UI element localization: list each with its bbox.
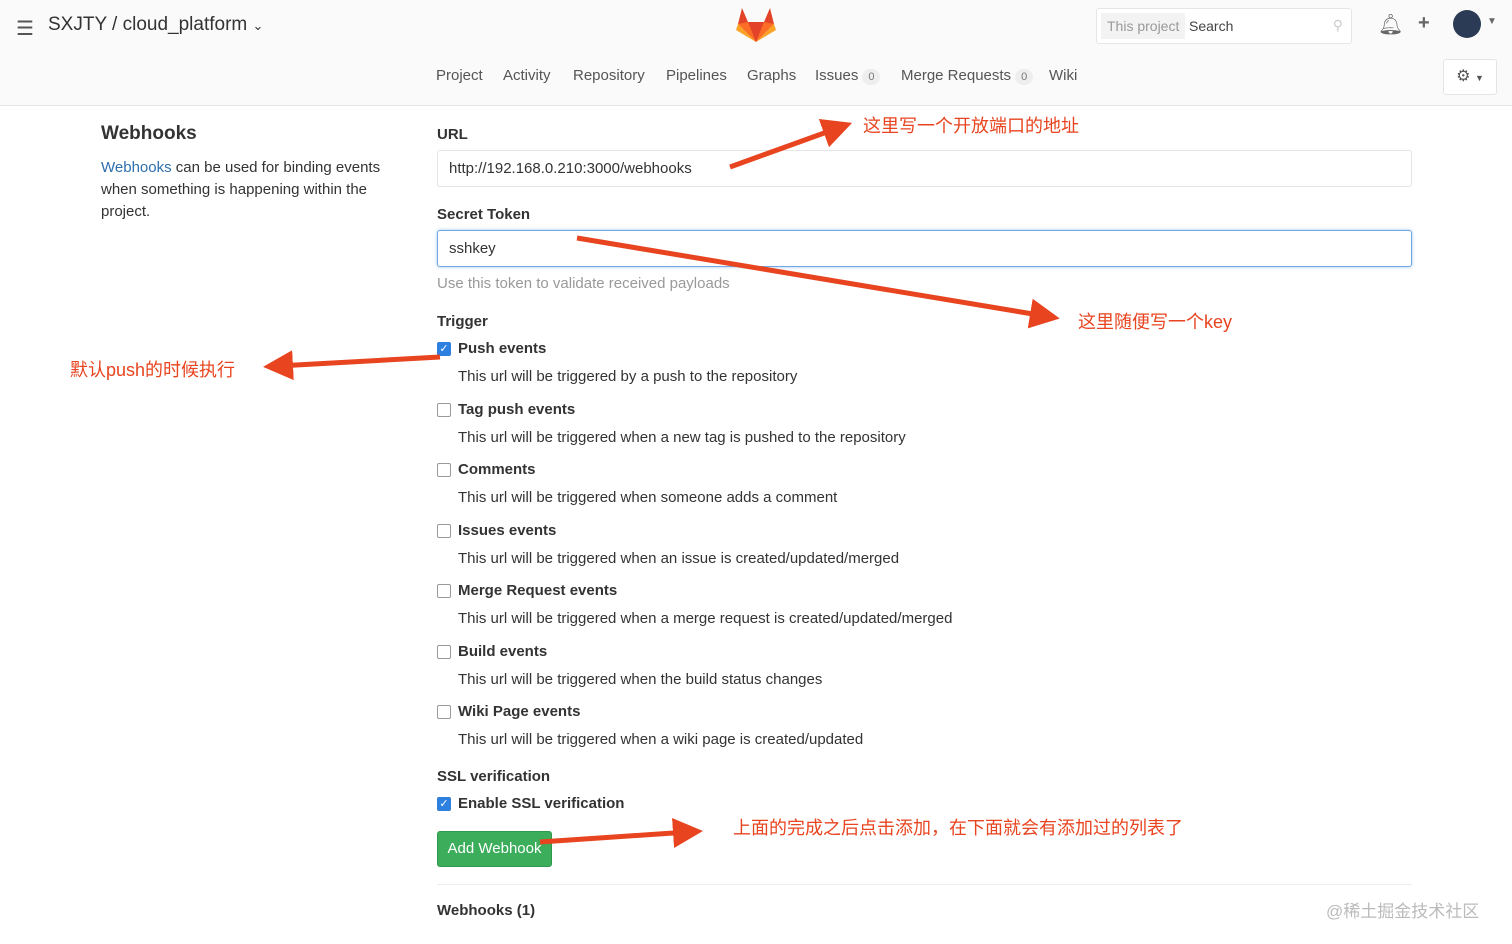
secret-token-label: Secret Token (437, 206, 531, 223)
trigger-label[interactable]: Push events (458, 340, 546, 357)
issues-count-badge: 0 (862, 69, 881, 85)
arrow-icon (263, 350, 441, 381)
secret-token-input[interactable] (437, 230, 1412, 267)
plus-icon[interactable]: + (1418, 12, 1430, 35)
trigger-label: Trigger (437, 313, 488, 330)
annotation-token: 这里随便写一个key (1078, 312, 1233, 332)
url-input[interactable] (437, 150, 1412, 187)
nav-wiki[interactable]: Wiki (1049, 67, 1077, 84)
gitlab-logo-icon[interactable] (736, 6, 776, 44)
gear-icon: ⚙ (1456, 68, 1471, 85)
annotation-arrows (263, 118, 1060, 848)
trigger-label[interactable]: Tag push events (458, 401, 575, 418)
trigger-checkbox[interactable] (437, 644, 451, 659)
settings-dropdown[interactable]: ⚙ ▼ (1443, 59, 1497, 95)
trigger-description: This url will be triggered when an issue… (458, 549, 900, 567)
trigger-description: This url will be triggered when the buil… (458, 670, 823, 688)
section-description: Webhooks can be used for binding events … (101, 157, 391, 223)
arrow-icon (539, 818, 703, 848)
trigger-checkbox[interactable] (437, 463, 451, 477)
trigger-description: This url will be triggered when someone … (458, 489, 838, 506)
token-help: Use this token to validate received payl… (437, 275, 730, 292)
trigger-description: This url will be triggered when a merge … (458, 610, 953, 627)
trigger-checkbox[interactable] (437, 705, 451, 719)
search-box[interactable]: This project Search ⚲ (1096, 8, 1352, 44)
mr-count-badge: 0 (1015, 69, 1034, 85)
divider (437, 884, 1412, 885)
search-input[interactable]: Search (1189, 18, 1233, 34)
chevron-down-icon: ⌄ (252, 18, 264, 33)
caret-down-icon: ▼ (1474, 73, 1484, 83)
caret-down-icon[interactable]: ▼ (1487, 16, 1497, 27)
trigger-checkbox[interactable] (437, 584, 451, 598)
nav-activity[interactable]: Activity (503, 67, 551, 84)
nav-repository[interactable]: Repository (573, 67, 645, 84)
trigger-label[interactable]: Merge Request events (458, 582, 617, 599)
trigger-description: This url will be triggered by a push to … (458, 368, 798, 385)
bell-icon[interactable]: 🔔︎ (1378, 12, 1403, 37)
trigger-label[interactable]: Wiki Page events (458, 703, 580, 720)
ssl-label: SSL verification (437, 768, 551, 785)
add-webhook-button[interactable]: Add Webhook (437, 831, 552, 867)
nav-project[interactable]: Project (436, 67, 483, 84)
project-title-text: SXJTY / cloud_platform (48, 14, 248, 35)
trigger-checkbox[interactable]: ✓ (437, 342, 451, 356)
trigger-checkbox[interactable] (437, 523, 451, 538)
annotation-submit: 上面的完成之后点击添加，在下面就会有添加过的列表了 (733, 818, 1183, 838)
nav-mr-label: Merge Requests (901, 67, 1012, 84)
project-title[interactable]: SXJTY / cloud_platform ⌄ (48, 14, 263, 36)
avatar[interactable] (1453, 10, 1481, 38)
watermark: @稀土掘金技术社区 (1326, 902, 1480, 921)
search-scope[interactable]: This project (1101, 13, 1186, 39)
annotation-push: 默认push的时候执行 (70, 360, 236, 380)
nav-issues[interactable]: Issues 0 (815, 67, 881, 85)
ssl-checkbox-label[interactable]: Enable SSL verification (458, 795, 624, 812)
annotation-url: 这里写一个开放端口的地址 (863, 116, 1079, 136)
nav-merge-requests[interactable]: Merge Requests 0 (901, 67, 1034, 85)
trigger-label[interactable]: Comments (458, 461, 536, 478)
trigger-label[interactable]: Issues events (458, 522, 556, 539)
trigger-checkbox[interactable] (437, 402, 451, 417)
nav-graphs[interactable]: Graphs (747, 67, 796, 84)
trigger-description: This url will be triggered when a new ta… (458, 428, 906, 446)
webhooks-list-title: Webhooks (1) (437, 902, 536, 919)
trigger-description: This url will be triggered when a wiki p… (458, 731, 864, 748)
ssl-checkbox[interactable]: ✓ (437, 797, 451, 811)
top-header: ☰ SXJTY / cloud_platform ⌄ This project … (0, 0, 1512, 106)
webhooks-link[interactable]: Webhooks (101, 159, 172, 176)
menu-icon[interactable]: ☰ (16, 16, 34, 41)
search-icon: ⚲ (1332, 17, 1343, 33)
trigger-label[interactable]: Build events (458, 643, 547, 660)
nav-pipelines[interactable]: Pipelines (666, 67, 727, 84)
nav-issues-label: Issues (815, 67, 859, 84)
section-title: Webhooks (101, 123, 197, 144)
url-label: URL (437, 126, 468, 143)
